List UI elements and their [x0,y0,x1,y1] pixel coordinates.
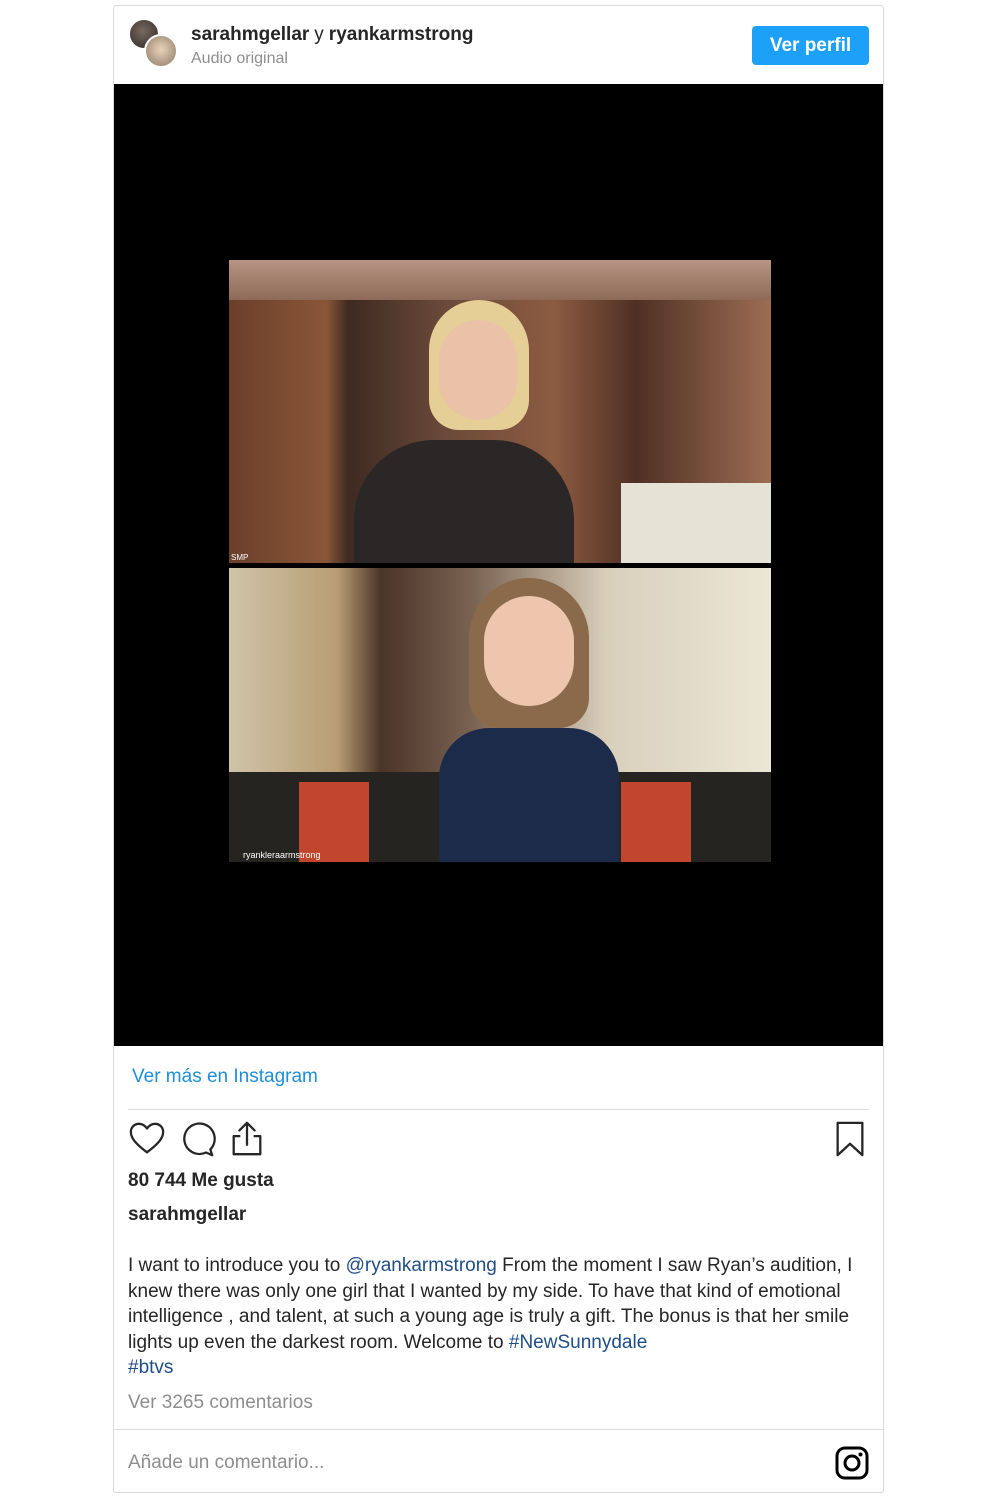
author-link-sarahmgellar[interactable]: sarahmgellar [191,24,309,45]
room-ceiling [229,260,771,300]
author-link-ryankarmstrong[interactable]: ryankarmstrong [329,24,474,45]
caption-author[interactable]: sarahmgellar [128,1204,246,1226]
person-sarah [344,300,584,563]
avatar-group[interactable] [128,18,180,70]
heart-icon[interactable] [128,1120,166,1158]
like-count[interactable]: 80 744 Me gusta [128,1170,274,1192]
caption-text: I want to introduce you to [128,1255,346,1276]
red-stool [621,782,691,862]
mention-link[interactable]: @ryankarmstrong [346,1255,497,1276]
divider [114,1429,883,1430]
view-more-on-instagram-link[interactable]: Ver más en Instagram [132,1066,318,1088]
add-comment-input[interactable]: Añade un comentario... [128,1452,324,1474]
action-bar [128,1120,869,1160]
audio-label[interactable]: Audio original [191,50,288,68]
person-face [484,596,574,706]
post-caption: I want to introduce you to @ryankarmstro… [128,1253,869,1381]
hashtag-link[interactable]: #btvs [128,1357,173,1378]
person-face [439,320,517,420]
comment-icon[interactable] [178,1120,216,1158]
person-ryan [429,578,629,862]
video-call-frame-top: SMP [229,260,771,563]
person-body [439,728,619,862]
avatar[interactable] [144,34,178,68]
share-icon[interactable] [228,1120,266,1158]
video-name-tag: ryankleraarmstrong [243,850,321,860]
authors-separator: y [314,24,324,45]
video-call-frame-bottom: ryankleraarmstrong [229,568,771,862]
view-comments-link[interactable]: Ver 3265 comentarios [128,1392,313,1414]
video-name-tag: SMP [231,553,249,562]
sofa [621,483,771,563]
person-body [354,440,574,563]
divider [128,1109,869,1110]
instagram-icon[interactable] [835,1446,869,1480]
video-player[interactable]: SMP ryankleraarmstrong [114,84,883,1046]
post-authors: sarahmgellar y ryankarmstrong [191,24,473,46]
bookmark-icon[interactable] [831,1120,869,1158]
view-profile-button[interactable]: Ver perfil [752,26,869,65]
hashtag-link[interactable]: #NewSunnydale [509,1332,647,1353]
post-header: sarahmgellar y ryankarmstrong Audio origin… [114,6,883,84]
instagram-embed-card: sarahmgellar y ryankarmstrong Audio origin… [113,5,884,1493]
